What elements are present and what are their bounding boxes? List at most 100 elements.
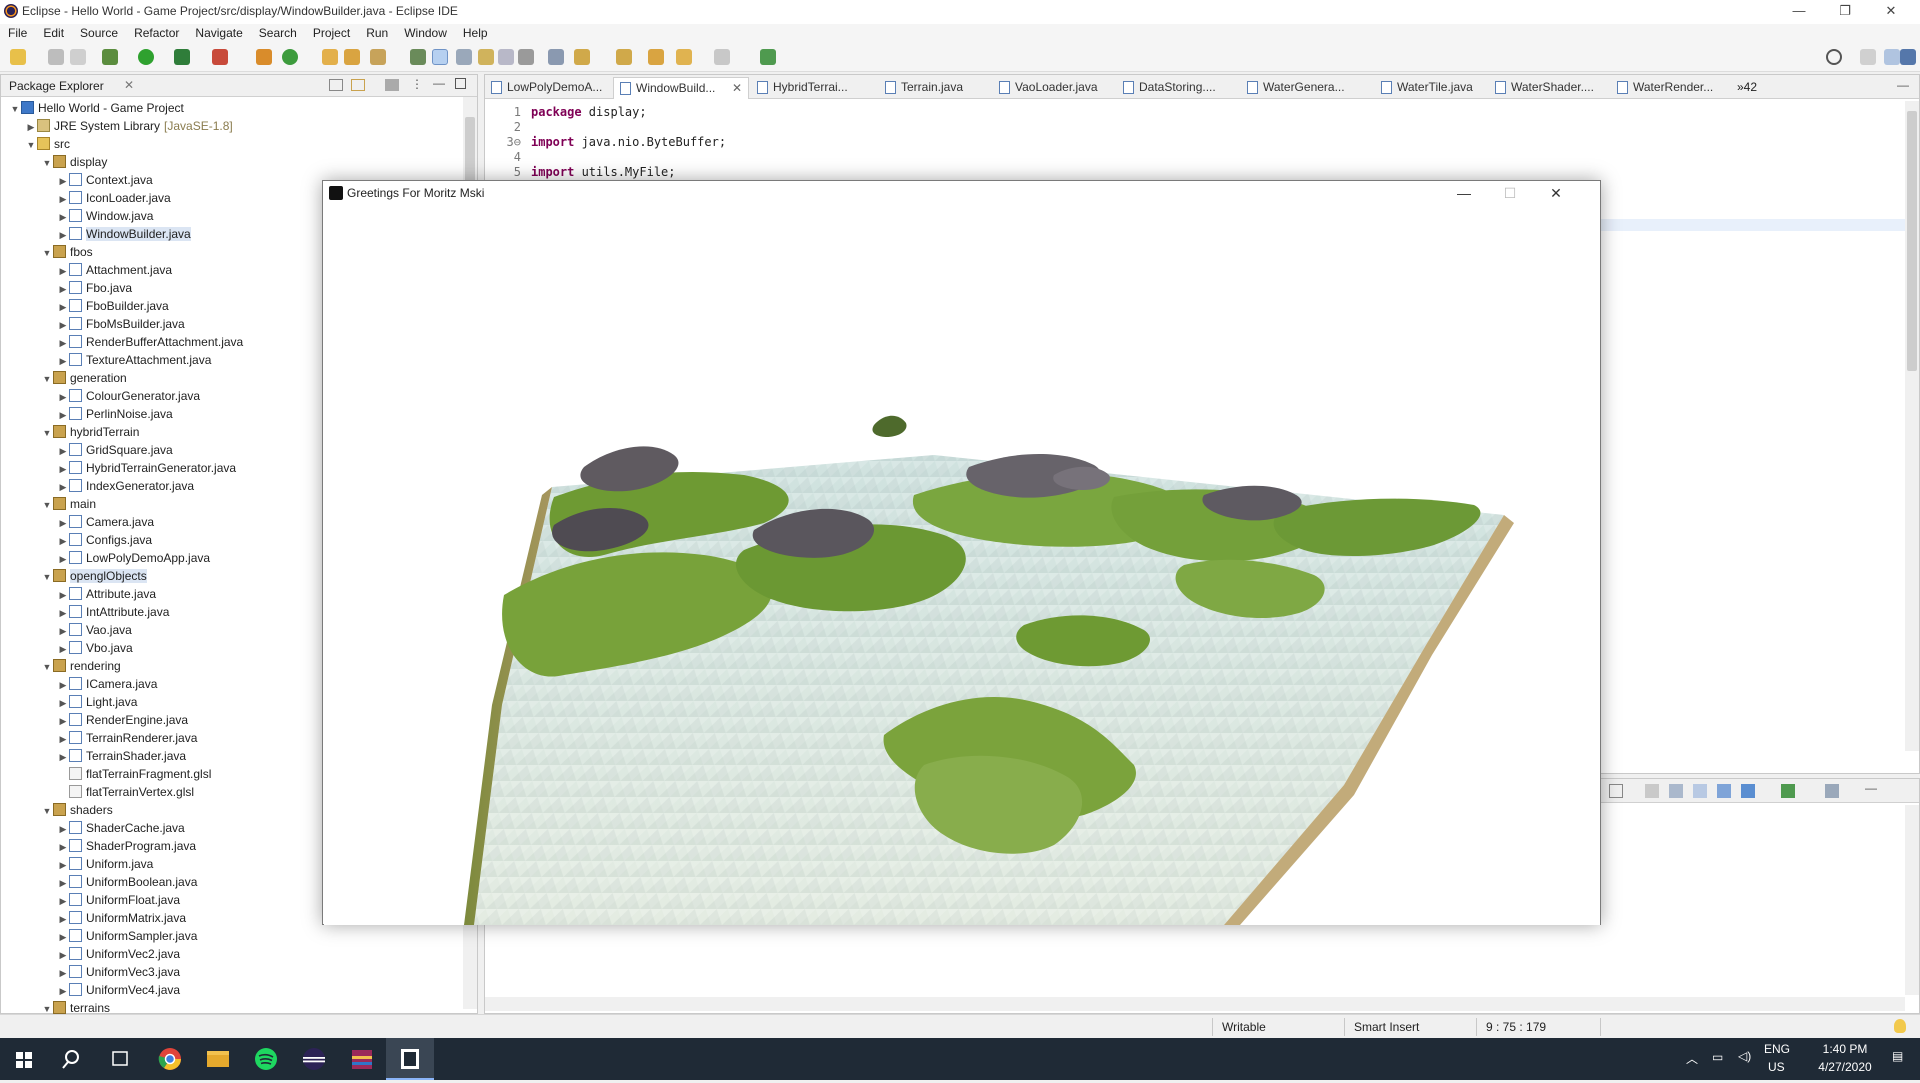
- tree-item[interactable]: ▶ IconLoader.java: [57, 189, 171, 207]
- minimize-button[interactable]: —: [1776, 0, 1822, 24]
- minimize-view-icon[interactable]: —: [433, 76, 445, 90]
- editor-tab[interactable]: WaterRender...: [1611, 77, 1733, 99]
- tree-item[interactable]: ▶ ShaderProgram.java: [57, 837, 196, 855]
- expand-toggle-icon[interactable]: ▶: [57, 550, 69, 568]
- expand-toggle-icon[interactable]: ▼: [41, 370, 53, 388]
- minimize-console-icon[interactable]: —: [1865, 781, 1877, 795]
- show-hidden-icons[interactable]: ︿: [1686, 1050, 1698, 1067]
- expand-toggle-icon[interactable]: ▶: [57, 946, 69, 964]
- toggle-mark-icon[interactable]: [410, 49, 426, 65]
- expand-toggle-icon[interactable]: ▶: [57, 838, 69, 856]
- expand-toggle-icon[interactable]: ▶: [57, 694, 69, 712]
- resource-perspective-icon[interactable]: [1884, 49, 1900, 65]
- editor-tab[interactable]: DataStoring....: [1117, 77, 1239, 99]
- tree-item[interactable]: ▶ IndexGenerator.java: [57, 477, 194, 495]
- java-perspective-icon[interactable]: [1900, 49, 1916, 65]
- expand-toggle-icon[interactable]: ▶: [57, 856, 69, 874]
- expand-toggle-icon[interactable]: ▶: [57, 262, 69, 280]
- menu-source[interactable]: Source: [72, 24, 126, 42]
- tree-item[interactable]: ▼ shaders: [41, 801, 113, 819]
- maximize-button[interactable]: ❐: [1822, 0, 1868, 24]
- clock-time[interactable]: 1:40 PM: [1820, 1042, 1870, 1056]
- game-maximize-button[interactable]: ☐: [1487, 181, 1533, 205]
- expand-toggle-icon[interactable]: ▶: [57, 442, 69, 460]
- java-app-taskbar-button[interactable]: [386, 1038, 434, 1080]
- tree-item[interactable]: ▶ Context.java: [57, 171, 153, 189]
- pin-editor-icon[interactable]: [760, 49, 776, 65]
- editor-tab[interactable]: LowPolyDemoA...: [485, 77, 607, 99]
- editor-tab[interactable]: VaoLoader.java: [993, 77, 1115, 99]
- expand-toggle-icon[interactable]: ▶: [57, 352, 69, 370]
- language-indicator[interactable]: ENG: [1764, 1042, 1790, 1056]
- expand-toggle-icon[interactable]: ▶: [57, 730, 69, 748]
- close-button[interactable]: ✕: [1868, 0, 1914, 24]
- tree-item[interactable]: ▶ JRE System Library [JavaSE-1.8]: [25, 117, 233, 135]
- annotation-next-icon[interactable]: [478, 49, 494, 65]
- close-tab-icon[interactable]: ✕: [732, 78, 742, 98]
- open-resource-icon[interactable]: [344, 49, 360, 65]
- tree-item[interactable]: ▶ GridSquare.java: [57, 441, 173, 459]
- tree-item[interactable]: ▶ Light.java: [57, 693, 137, 711]
- tree-item[interactable]: ▶ UniformVec2.java: [57, 945, 180, 963]
- forward-icon[interactable]: [714, 49, 730, 65]
- view-menu-icon[interactable]: ⋮: [411, 77, 423, 91]
- tree-item[interactable]: ▶ TextureAttachment.java: [57, 351, 211, 369]
- expand-toggle-icon[interactable]: ▼: [41, 154, 53, 172]
- remove-launch-icon[interactable]: [1645, 784, 1659, 798]
- tree-item[interactable]: ▶ Attachment.java: [57, 261, 172, 279]
- tree-item[interactable]: ▶ ColourGenerator.java: [57, 387, 200, 405]
- expand-toggle-icon[interactable]: ▶: [57, 460, 69, 478]
- tree-item[interactable]: ▼ fbos: [41, 243, 93, 261]
- expand-toggle-icon[interactable]: ▼: [25, 136, 37, 154]
- expand-toggle-icon[interactable]: ▶: [57, 622, 69, 640]
- expand-toggle-icon[interactable]: ▶: [57, 964, 69, 982]
- tree-item[interactable]: ▼ openglObjects: [41, 567, 147, 585]
- tree-item[interactable]: ▶ IntAttribute.java: [57, 603, 169, 621]
- expand-toggle-icon[interactable]: ▼: [41, 802, 53, 820]
- expand-toggle-icon[interactable]: ▶: [57, 334, 69, 352]
- expand-toggle-icon[interactable]: ▶: [57, 676, 69, 694]
- tree-item[interactable]: ▼ rendering: [41, 657, 121, 675]
- notifications-icon[interactable]: ▤: [1892, 1049, 1903, 1063]
- last-edit-icon[interactable]: [648, 49, 664, 65]
- menu-run[interactable]: Run: [358, 24, 396, 42]
- network-icon[interactable]: ▭: [1712, 1050, 1723, 1064]
- expand-toggle-icon[interactable]: ▶: [57, 388, 69, 406]
- winrar-taskbar-button[interactable]: [338, 1038, 386, 1080]
- expand-toggle-icon[interactable]: ▶: [57, 604, 69, 622]
- expand-toggle-icon[interactable]: ▶: [57, 640, 69, 658]
- open-console-icon[interactable]: [1781, 784, 1795, 798]
- block-selection-icon[interactable]: [456, 49, 472, 65]
- expand-toggle-icon[interactable]: ▶: [57, 892, 69, 910]
- focus-icon[interactable]: [385, 79, 399, 91]
- expand-toggle-icon[interactable]: ▶: [57, 514, 69, 532]
- tree-item[interactable]: ▼ main: [41, 495, 96, 513]
- new-icon[interactable]: [10, 49, 26, 65]
- tree-item[interactable]: ▼ Hello World - Game Project: [9, 99, 184, 117]
- tree-item[interactable]: flatTerrainVertex.glsl: [57, 783, 194, 801]
- close-view-icon[interactable]: ✕: [124, 78, 134, 92]
- menu-window[interactable]: Window: [396, 24, 455, 42]
- volume-icon[interactable]: ◁): [1738, 1049, 1751, 1063]
- expand-toggle-icon[interactable]: ▼: [41, 244, 53, 262]
- tree-item[interactable]: ▶ UniformBoolean.java: [57, 873, 197, 891]
- save-all-icon[interactable]: [70, 49, 86, 65]
- tree-item[interactable]: ▶ Uniform.java: [57, 855, 153, 873]
- tree-item[interactable]: ▶ Fbo.java: [57, 279, 132, 297]
- tree-item[interactable]: ▶ TerrainShader.java: [57, 747, 186, 765]
- game-render-canvas[interactable]: [324, 205, 1600, 925]
- scroll-lock-icon[interactable]: [1693, 784, 1707, 798]
- tab-overflow-button[interactable]: »42: [1737, 80, 1757, 94]
- coverage-icon[interactable]: [174, 49, 190, 65]
- tree-item[interactable]: ▶ RenderBufferAttachment.java: [57, 333, 243, 351]
- open-type-icon[interactable]: [322, 49, 338, 65]
- expand-toggle-icon[interactable]: ▶: [57, 298, 69, 316]
- scroll-thumb[interactable]: [1907, 111, 1917, 371]
- minimize-editor-icon[interactable]: —: [1897, 78, 1909, 92]
- tree-item[interactable]: ▶ UniformFloat.java: [57, 891, 180, 909]
- region-indicator[interactable]: US: [1768, 1060, 1785, 1074]
- eclipse-taskbar-button[interactable]: [290, 1038, 338, 1080]
- tree-item[interactable]: ▶ FboBuilder.java: [57, 297, 169, 315]
- tree-item[interactable]: ▶ Window.java: [57, 207, 153, 225]
- expand-toggle-icon[interactable]: ▶: [25, 118, 37, 136]
